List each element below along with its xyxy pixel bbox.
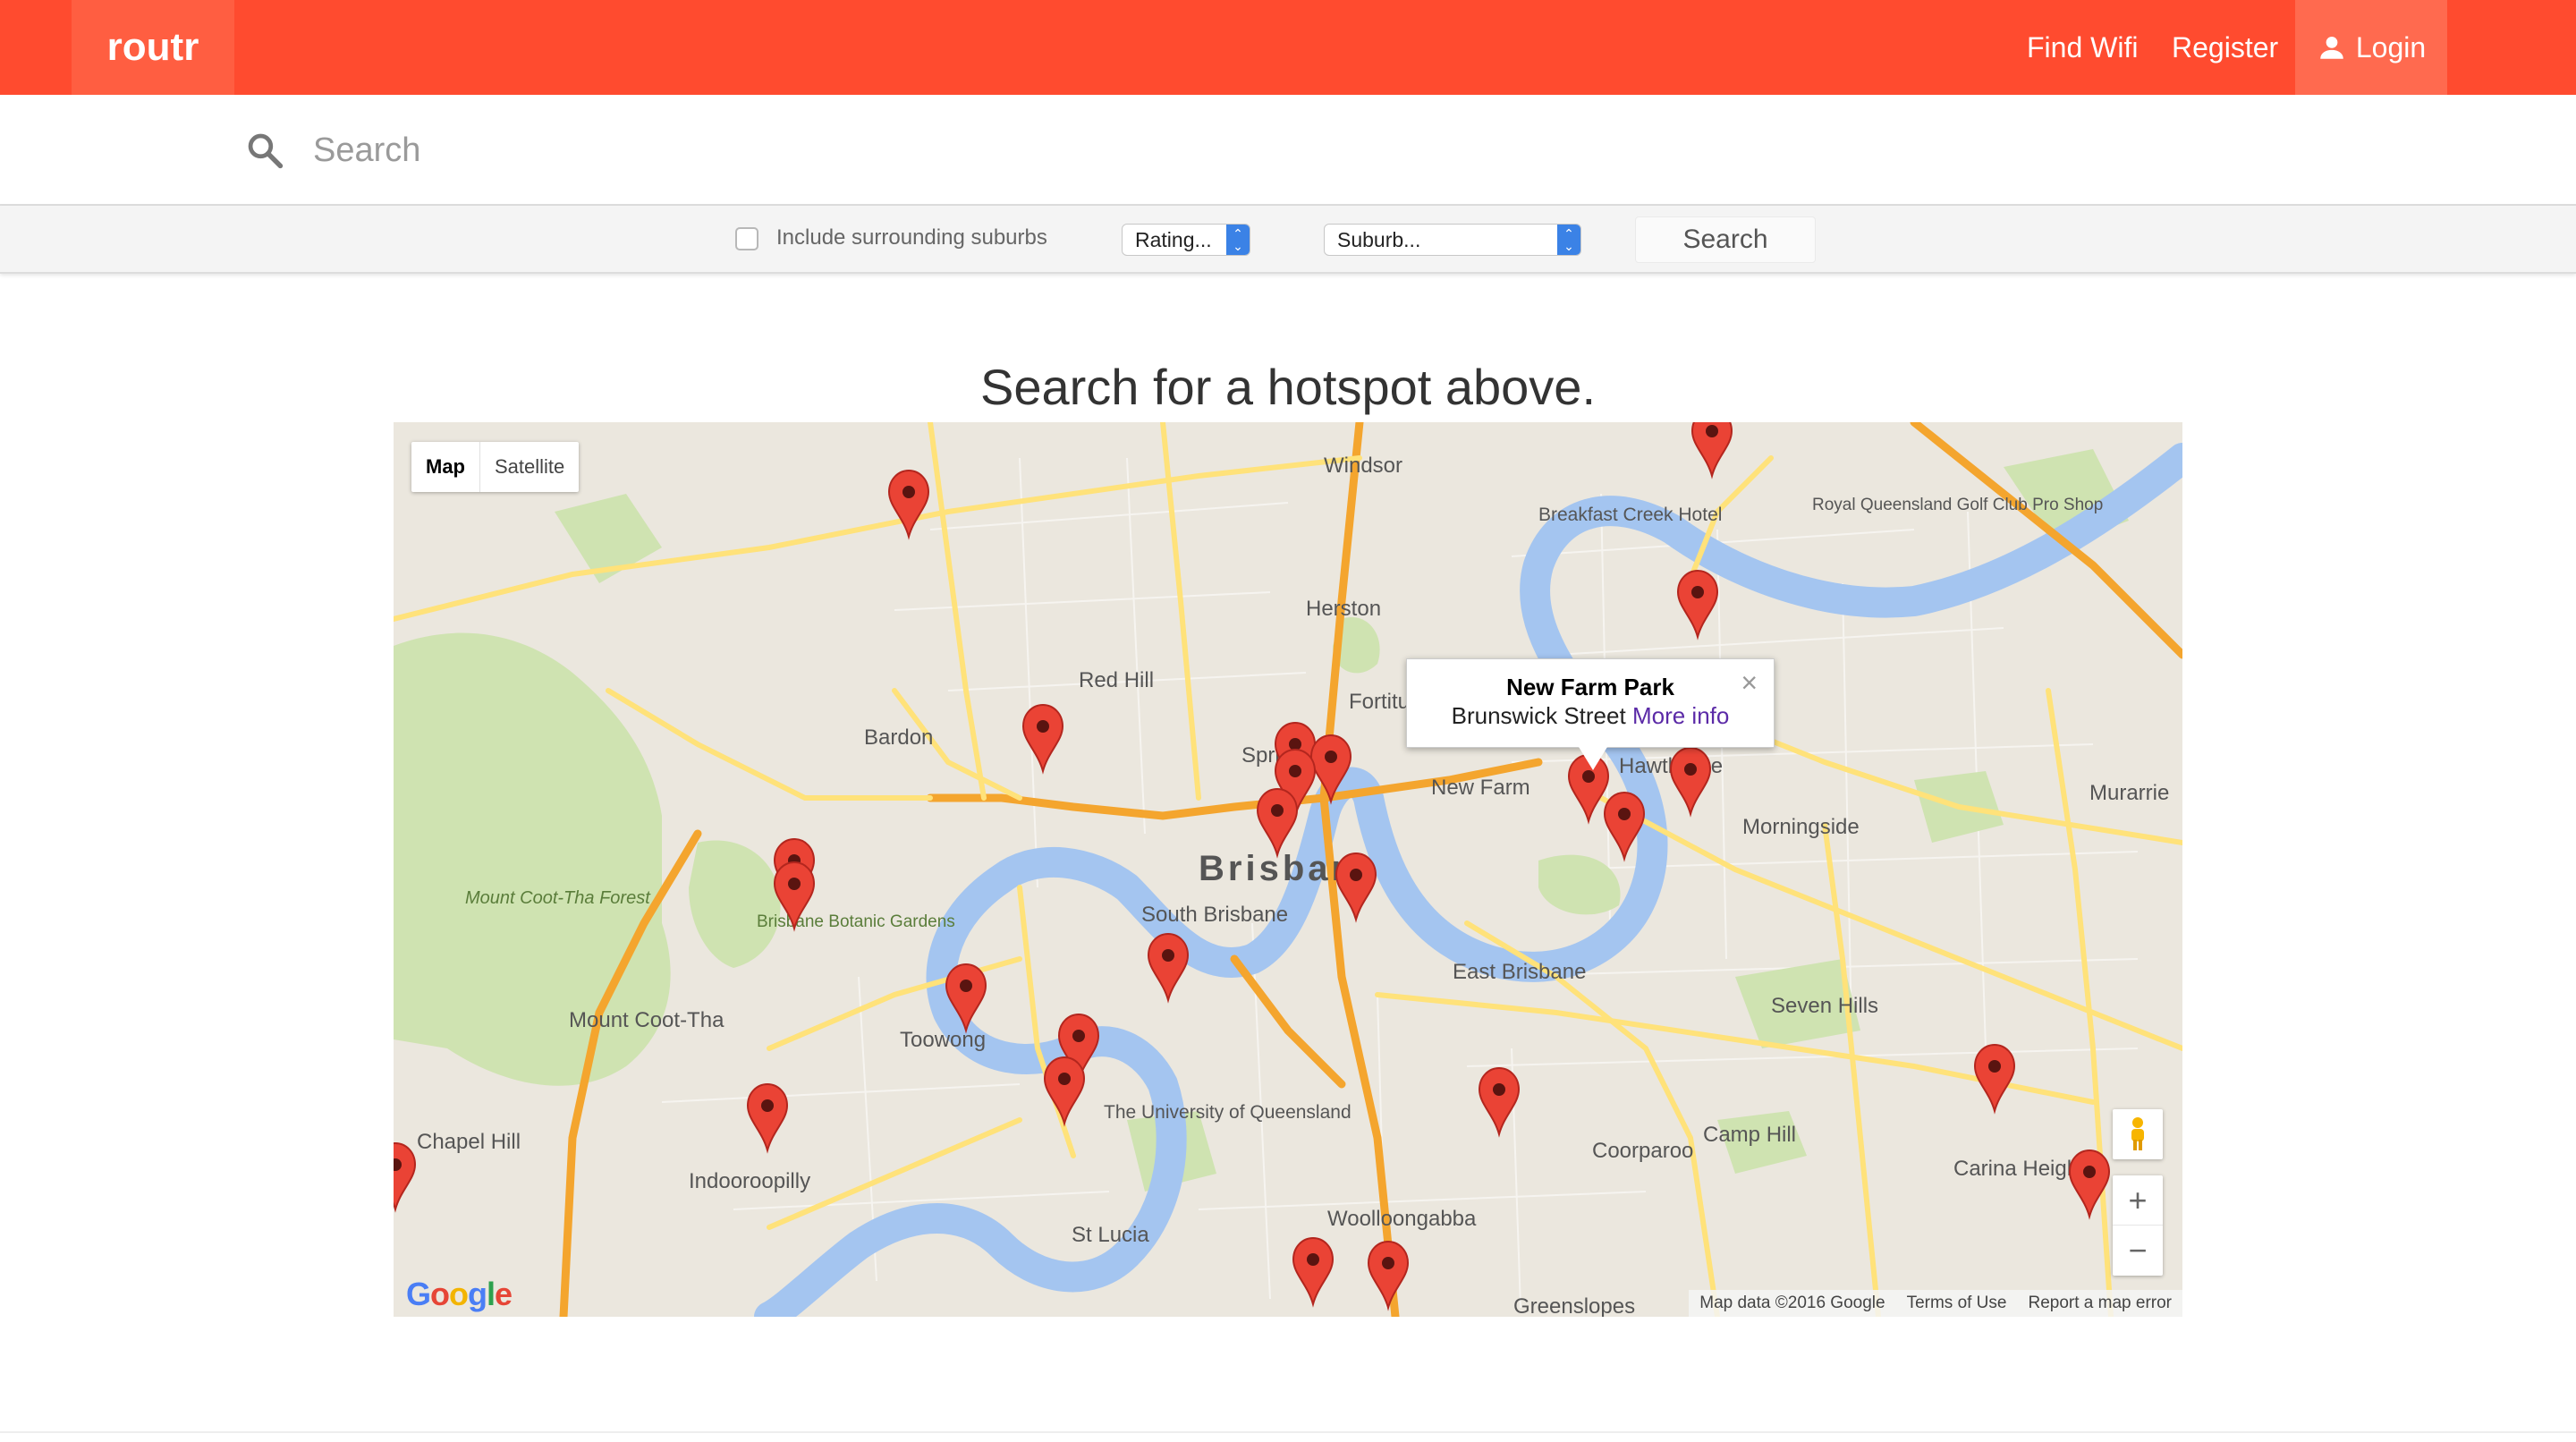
footer-divider	[0, 1431, 2576, 1433]
rating-select-value: Rating...	[1135, 227, 1212, 251]
more-info-link[interactable]: More info	[1632, 702, 1729, 729]
hotspot-pin[interactable]	[1690, 422, 1733, 479]
hotspot-pin[interactable]	[773, 861, 816, 932]
info-window-tail	[1579, 747, 1607, 770]
hotspot-map[interactable]: Windsor Herston Red Hill Bardon Breakfas…	[394, 422, 2182, 1317]
nav-register[interactable]: Register	[2172, 0, 2278, 95]
map-attribution: Map data ©2016 Google Terms of Use Repor…	[1689, 1290, 2182, 1317]
zoom-in-button[interactable]: +	[2113, 1175, 2163, 1226]
rating-select[interactable]: Rating... ⌃ ⌄	[1122, 224, 1250, 256]
info-window-street: Brunswick Street	[1451, 702, 1626, 729]
search-icon[interactable]	[245, 131, 284, 170]
hotspot-pin[interactable]	[746, 1082, 789, 1154]
include-suburbs-checkbox[interactable]	[735, 227, 758, 250]
nav-login[interactable]: Login	[2295, 0, 2447, 95]
top-navbar: routr Find Wifi Register Login	[0, 0, 2576, 95]
hotspot-pin[interactable]	[1478, 1066, 1521, 1138]
hotspot-pin[interactable]	[1367, 1240, 1410, 1311]
map-data-credit: Map data ©2016 Google	[1699, 1294, 1885, 1312]
page-heading: Search for a hotspot above.	[980, 359, 1596, 415]
search-input[interactable]	[313, 116, 2460, 184]
user-icon	[2320, 36, 2343, 59]
terms-of-use-link[interactable]: Terms of Use	[1907, 1294, 2007, 1313]
hotspot-pin[interactable]	[1147, 932, 1190, 1004]
nav-find-wifi[interactable]: Find Wifi	[2027, 0, 2138, 95]
hotspot-pin[interactable]	[1309, 734, 1352, 805]
close-icon[interactable]: ×	[1741, 666, 1758, 700]
include-suburbs-label: Include surrounding suburbs	[776, 225, 1047, 250]
pins-layer	[394, 422, 2111, 1311]
suburb-select-value: Suburb...	[1337, 227, 1421, 251]
zoom-out-button[interactable]: −	[2113, 1226, 2163, 1276]
hotspot-pin[interactable]	[2068, 1149, 2111, 1220]
info-window-title: New Farm Park	[1506, 674, 1674, 700]
brand-logo[interactable]: routr	[72, 0, 234, 95]
select-arrows-icon: ⌃ ⌄	[1226, 225, 1250, 255]
street-view-pegman-icon[interactable]	[2113, 1109, 2163, 1159]
search-bar	[0, 95, 2576, 206]
suburb-select[interactable]: Suburb... ⌃ ⌄	[1324, 224, 1581, 256]
hotspot-pin[interactable]	[394, 1141, 417, 1213]
select-arrows-icon: ⌃ ⌄	[1557, 225, 1580, 255]
hotspot-pin[interactable]	[1603, 791, 1646, 862]
zoom-control: + −	[2113, 1175, 2163, 1276]
filter-bar: Include surrounding suburbs Rating... ⌃ ⌄…	[0, 206, 2576, 274]
info-window-address: Brunswick Street More info	[1407, 702, 1774, 730]
hotspot-pin[interactable]	[1256, 787, 1299, 859]
hotspot-pin[interactable]	[1335, 852, 1377, 923]
hotspot-pin[interactable]	[1021, 703, 1064, 775]
info-window: New Farm Park Brunswick Street More info…	[1406, 658, 1775, 770]
report-error-link[interactable]: Report a map error	[2028, 1294, 2172, 1313]
nav-login-label: Login	[2355, 30, 2427, 64]
hotspot-pin[interactable]	[1973, 1043, 2016, 1115]
hotspot-pin[interactable]	[945, 963, 987, 1034]
google-logo: Google	[406, 1276, 513, 1312]
hotspot-pin[interactable]	[1043, 1056, 1086, 1127]
filter-search-button[interactable]: Search	[1635, 216, 1816, 263]
hotspot-pin[interactable]	[1669, 746, 1712, 818]
hotspot-pin[interactable]	[1292, 1236, 1335, 1308]
hotspot-pin[interactable]	[887, 469, 930, 540]
hotspot-pin[interactable]	[1676, 569, 1719, 640]
